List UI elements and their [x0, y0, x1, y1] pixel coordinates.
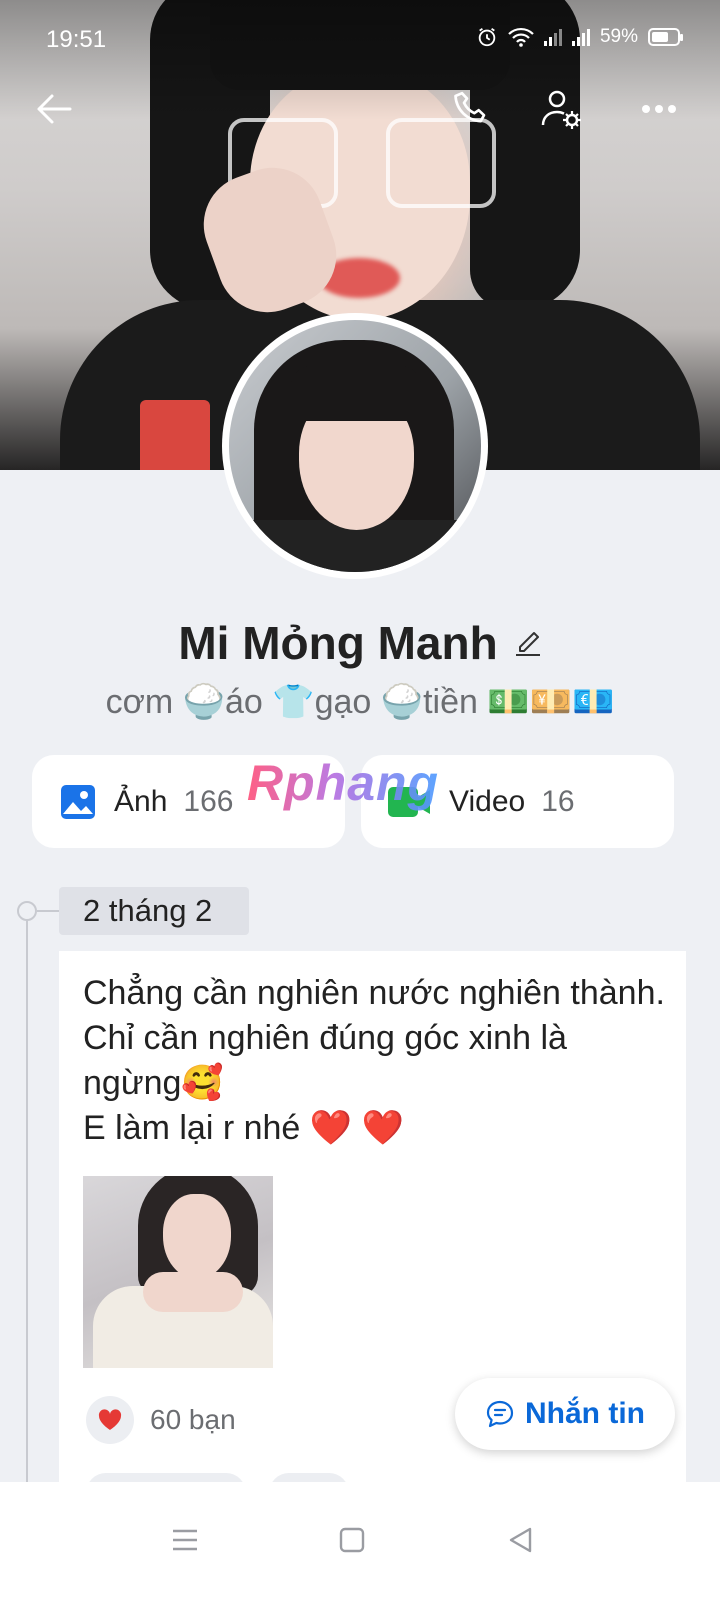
signal-icon-2 — [571, 28, 590, 46]
pencil-icon — [515, 631, 540, 656]
profile-name-row: Mi Mỏng Manh — [0, 616, 720, 670]
system-nav-bar — [0, 1482, 720, 1600]
timeline-dot — [17, 901, 37, 921]
timeline-connector — [37, 910, 59, 912]
battery-percent: 59% — [599, 26, 638, 47]
message-button-label: Nhắn tin — [525, 1397, 645, 1430]
edit-name-button[interactable] — [514, 625, 542, 662]
status-bar: 19:51 59% — [0, 0, 720, 60]
photos-count: 166 — [183, 784, 234, 818]
avatar-photo — [229, 320, 481, 572]
photos-label: Ảnh — [114, 784, 168, 818]
post-text: Chẳng cần nghiên nước nghiên thành. Chỉ … — [83, 974, 665, 1147]
post-photo[interactable] — [83, 1176, 273, 1368]
nav-home-button[interactable] — [322, 1510, 382, 1570]
status-time: 19:51 — [46, 26, 107, 53]
alarm-icon — [478, 27, 496, 47]
timeline-date: 2 tháng 2 — [59, 887, 249, 935]
reaction-row[interactable]: 60 bạn — [86, 1396, 236, 1444]
profile-bio: cơm 🍚áo 👕gạo 🍚tiền 💵💴💶 — [105, 683, 615, 721]
watermark: Rphang — [247, 755, 440, 811]
nav-back-button[interactable] — [490, 1510, 550, 1570]
reaction-count: 60 bạn — [150, 1404, 236, 1435]
menu-lines-icon — [173, 1529, 197, 1551]
profile-name: Mi Mỏng Manh — [178, 617, 498, 669]
timeline-line — [26, 910, 28, 1490]
call-button[interactable] — [444, 82, 498, 136]
videos-count: 16 — [541, 784, 575, 818]
wifi-icon — [508, 27, 534, 47]
phone-icon — [454, 91, 486, 123]
image-icon — [61, 784, 95, 819]
profile-settings-button[interactable] — [535, 82, 589, 136]
back-button[interactable] — [27, 82, 81, 136]
user-gear-icon — [541, 90, 581, 129]
arrow-left-icon — [37, 94, 72, 124]
message-button[interactable]: Nhắn tin — [455, 1378, 675, 1450]
more-button[interactable] — [632, 82, 686, 136]
status-icons: 59% — [476, 26, 683, 48]
reaction-heart — [86, 1396, 134, 1444]
battery-icon — [648, 28, 683, 46]
avatar-bangs — [291, 366, 421, 421]
chat-bubble-icon — [486, 1400, 514, 1428]
more-dots-icon — [642, 105, 676, 113]
videos-label: Video — [449, 784, 526, 818]
heart-icon — [98, 1409, 122, 1430]
cover-shirt-print — [140, 400, 210, 470]
post-photo-face — [163, 1194, 231, 1279]
top-action-bar — [0, 80, 720, 140]
square-icon — [339, 1527, 365, 1553]
profile-avatar[interactable] — [222, 313, 488, 579]
triangle-back-icon — [509, 1527, 532, 1553]
signal-icon-1 — [543, 28, 562, 46]
nav-recents-button[interactable] — [155, 1510, 215, 1570]
